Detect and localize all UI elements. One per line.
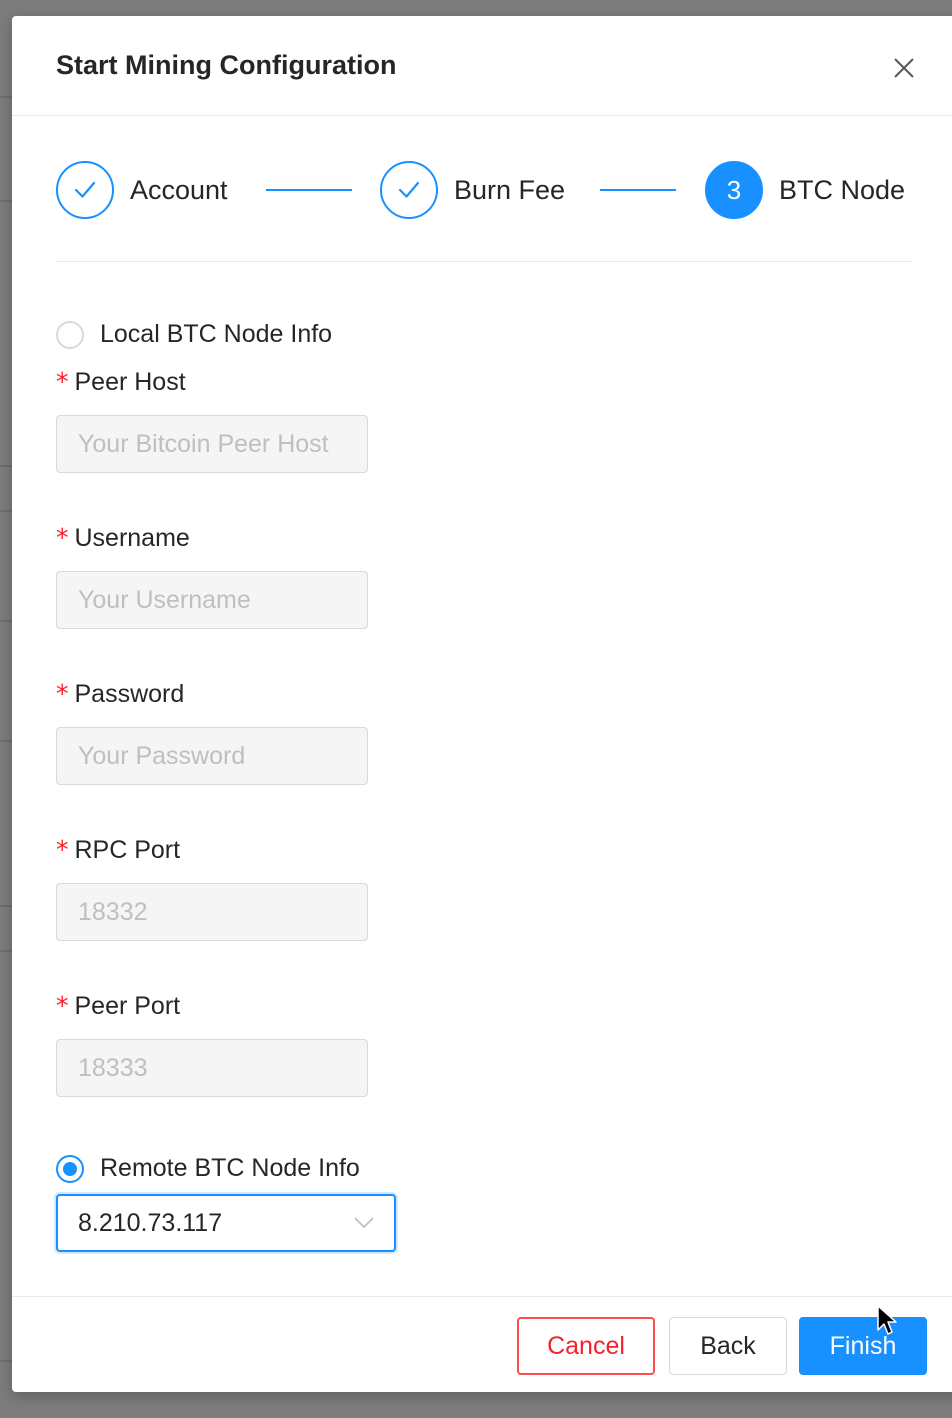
check-icon — [398, 181, 420, 198]
local-node-radio[interactable] — [56, 320, 84, 349]
background-divider — [0, 465, 12, 467]
modal-header: Start Mining Configuration — [12, 16, 952, 116]
peer-port-input[interactable] — [56, 1039, 368, 1097]
password-label-text: Password — [74, 680, 185, 708]
username-label: * Username — [56, 523, 190, 553]
background-divider — [0, 950, 12, 952]
step-connector — [600, 189, 676, 191]
step-burn-fee: Burn Fee — [380, 160, 565, 220]
background-divider — [0, 1360, 12, 1362]
peer-port-label: * Peer Port — [56, 991, 180, 1021]
step-btc-node-indicator: 3 — [705, 161, 763, 219]
remote-node-radio-label: Remote BTC Node Info — [100, 1154, 360, 1182]
password-label: * Password — [56, 679, 184, 709]
close-button[interactable] — [888, 52, 920, 84]
username-input[interactable] — [56, 571, 368, 629]
required-mark: * — [56, 679, 69, 708]
background-divider — [0, 905, 12, 907]
back-button[interactable]: Back — [669, 1317, 787, 1375]
required-mark: * — [56, 991, 69, 1020]
password-input[interactable] — [56, 727, 368, 785]
peer-host-label-text: Peer Host — [74, 368, 186, 396]
peer-port-label-text: Peer Port — [74, 992, 181, 1020]
finish-button[interactable]: Finish — [799, 1317, 927, 1375]
mining-config-modal: Start Mining Configuration Account Burn … — [12, 16, 952, 1392]
background-divider — [0, 740, 12, 742]
peer-host-label: * Peer Host — [56, 367, 186, 397]
step-burn-fee-label: Burn Fee — [454, 174, 566, 205]
background-divider — [0, 510, 12, 512]
step-account-label: Account — [130, 174, 228, 205]
rpc-port-input[interactable] — [56, 883, 368, 941]
required-mark: * — [56, 835, 69, 864]
local-node-radio-label: Local BTC Node Info — [100, 320, 333, 348]
close-icon — [894, 58, 914, 78]
peer-host-input[interactable] — [56, 415, 368, 473]
remote-node-radio[interactable] — [56, 1154, 84, 1183]
step-btc-node: 3 BTC Node — [705, 160, 905, 220]
rpc-port-label: * RPC Port — [56, 835, 180, 865]
rpc-port-label-text: RPC Port — [74, 836, 181, 864]
step-btc-node-label: BTC Node — [779, 174, 906, 205]
radio-dot — [63, 1161, 77, 1176]
modal-title: Start Mining Configuration — [56, 50, 397, 80]
divider — [56, 261, 912, 262]
check-icon — [74, 181, 96, 198]
step-account: Account — [56, 160, 228, 220]
cancel-button[interactable]: Cancel — [517, 1317, 655, 1375]
required-mark: * — [56, 367, 69, 396]
background-divider — [0, 96, 12, 98]
steps-progress: Account Burn Fee 3 BTC Node — [56, 160, 912, 220]
modal-footer: Cancel Back Finish — [12, 1296, 952, 1392]
background-divider — [0, 620, 12, 622]
step-burn-fee-indicator — [380, 161, 438, 219]
background-divider — [0, 200, 12, 202]
chevron-down-icon — [354, 1217, 374, 1229]
step-account-indicator — [56, 161, 114, 219]
required-mark: * — [56, 523, 69, 552]
step-connector — [266, 189, 352, 191]
remote-node-select[interactable]: 8.210.73.117 — [56, 1194, 396, 1252]
remote-node-radio-option[interactable]: Remote BTC Node Info — [56, 1154, 360, 1183]
local-node-radio-option[interactable]: Local BTC Node Info — [56, 320, 332, 349]
remote-node-select-value: 8.210.73.117 — [78, 1208, 223, 1237]
username-label-text: Username — [74, 524, 190, 552]
